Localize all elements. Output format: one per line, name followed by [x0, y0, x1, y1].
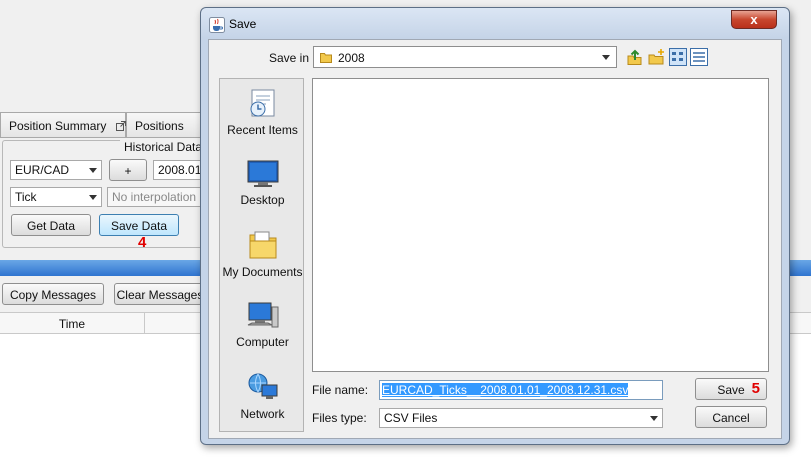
folder-icon: [320, 53, 332, 63]
dialog-content: Save in 2008 Recent Items Desktop My Doc…: [208, 39, 782, 439]
chevron-down-icon: [89, 195, 97, 200]
chevron-down-icon: [650, 416, 658, 421]
file-list[interactable]: [312, 78, 769, 372]
add-button[interactable]: +: [109, 159, 147, 181]
interpolation-field[interactable]: No interpolation: [107, 187, 203, 207]
period-select[interactable]: Tick: [10, 187, 102, 207]
save-dialog: Save x Save in 2008 Recent Items Desktop…: [200, 7, 790, 445]
place-label: Desktop: [240, 193, 285, 207]
details-view-icon[interactable]: [690, 48, 708, 66]
desktop-icon: [247, 160, 278, 187]
save-in-label: Save in: [269, 51, 310, 65]
recent-items-icon: [250, 89, 274, 117]
place-label: Recent Items: [227, 123, 298, 137]
list-view-icon[interactable]: [669, 48, 687, 66]
external-link-icon: [115, 121, 126, 131]
file-name-value: EURCAD_Ticks__2008.01.01_2008.12.31.csv: [382, 383, 629, 397]
file-name-input[interactable]: EURCAD_Ticks__2008.01.01_2008.12.31.csv: [379, 380, 663, 400]
instrument-select[interactable]: EUR/CAD: [10, 160, 102, 180]
my-documents-icon: [249, 231, 276, 259]
save-button[interactable]: Save 5: [695, 378, 767, 400]
up-one-level-icon[interactable]: [626, 48, 644, 66]
copy-messages-button[interactable]: Copy Messages: [2, 283, 104, 305]
tab-label: Position Summary: [9, 119, 107, 133]
place-network[interactable]: Network: [220, 371, 305, 421]
interpolation-placeholder: No interpolation: [112, 190, 197, 204]
files-type-label: Files type:: [312, 411, 367, 425]
new-folder-icon[interactable]: [648, 48, 666, 66]
place-computer[interactable]: Computer: [220, 301, 305, 349]
date-value: 2008.01.: [158, 163, 203, 177]
time-column-header[interactable]: Time: [0, 313, 145, 333]
place-label: Network: [240, 407, 285, 421]
files-type-value: CSV Files: [384, 411, 438, 425]
clear-messages-button[interactable]: Clear Messages: [114, 283, 206, 305]
places-bar: Recent Items Desktop My Documents Comput…: [219, 78, 304, 432]
step-marker-4: 4: [138, 234, 147, 251]
place-label: My Documents: [222, 265, 303, 279]
dialog-title: Save: [229, 17, 257, 31]
save-in-value: 2008: [338, 51, 365, 65]
place-my-documents[interactable]: My Documents: [220, 229, 305, 279]
date-field[interactable]: 2008.01.: [153, 160, 203, 180]
cancel-button[interactable]: Cancel: [695, 406, 767, 428]
place-desktop[interactable]: Desktop: [220, 159, 305, 207]
get-data-button[interactable]: Get Data: [11, 214, 91, 236]
save-button-label: Save: [717, 383, 745, 397]
historical-data-title: Historical Data: [120, 140, 207, 154]
save-in-select[interactable]: 2008: [313, 46, 617, 68]
tab-position-summary[interactable]: Position Summary: [0, 112, 126, 138]
file-name-label: File name:: [312, 383, 369, 397]
tab-label: Positions: [135, 119, 184, 133]
close-button[interactable]: x: [731, 10, 777, 29]
computer-icon: [247, 302, 278, 328]
java-cup-icon: [209, 17, 225, 33]
period-value: Tick: [15, 190, 37, 204]
chevron-down-icon: [602, 55, 610, 60]
instrument-value: EUR/CAD: [15, 163, 70, 177]
files-type-select[interactable]: CSV Files: [379, 408, 663, 428]
network-icon: [248, 373, 277, 399]
tab-positions[interactable]: Positions: [126, 112, 206, 138]
place-recent-items[interactable]: Recent Items: [220, 87, 305, 137]
step-marker-5: 5: [751, 380, 760, 397]
place-label: Computer: [236, 335, 289, 349]
close-icon: x: [750, 12, 758, 27]
save-data-button[interactable]: Save Data: [99, 214, 179, 236]
chevron-down-icon: [89, 168, 97, 173]
